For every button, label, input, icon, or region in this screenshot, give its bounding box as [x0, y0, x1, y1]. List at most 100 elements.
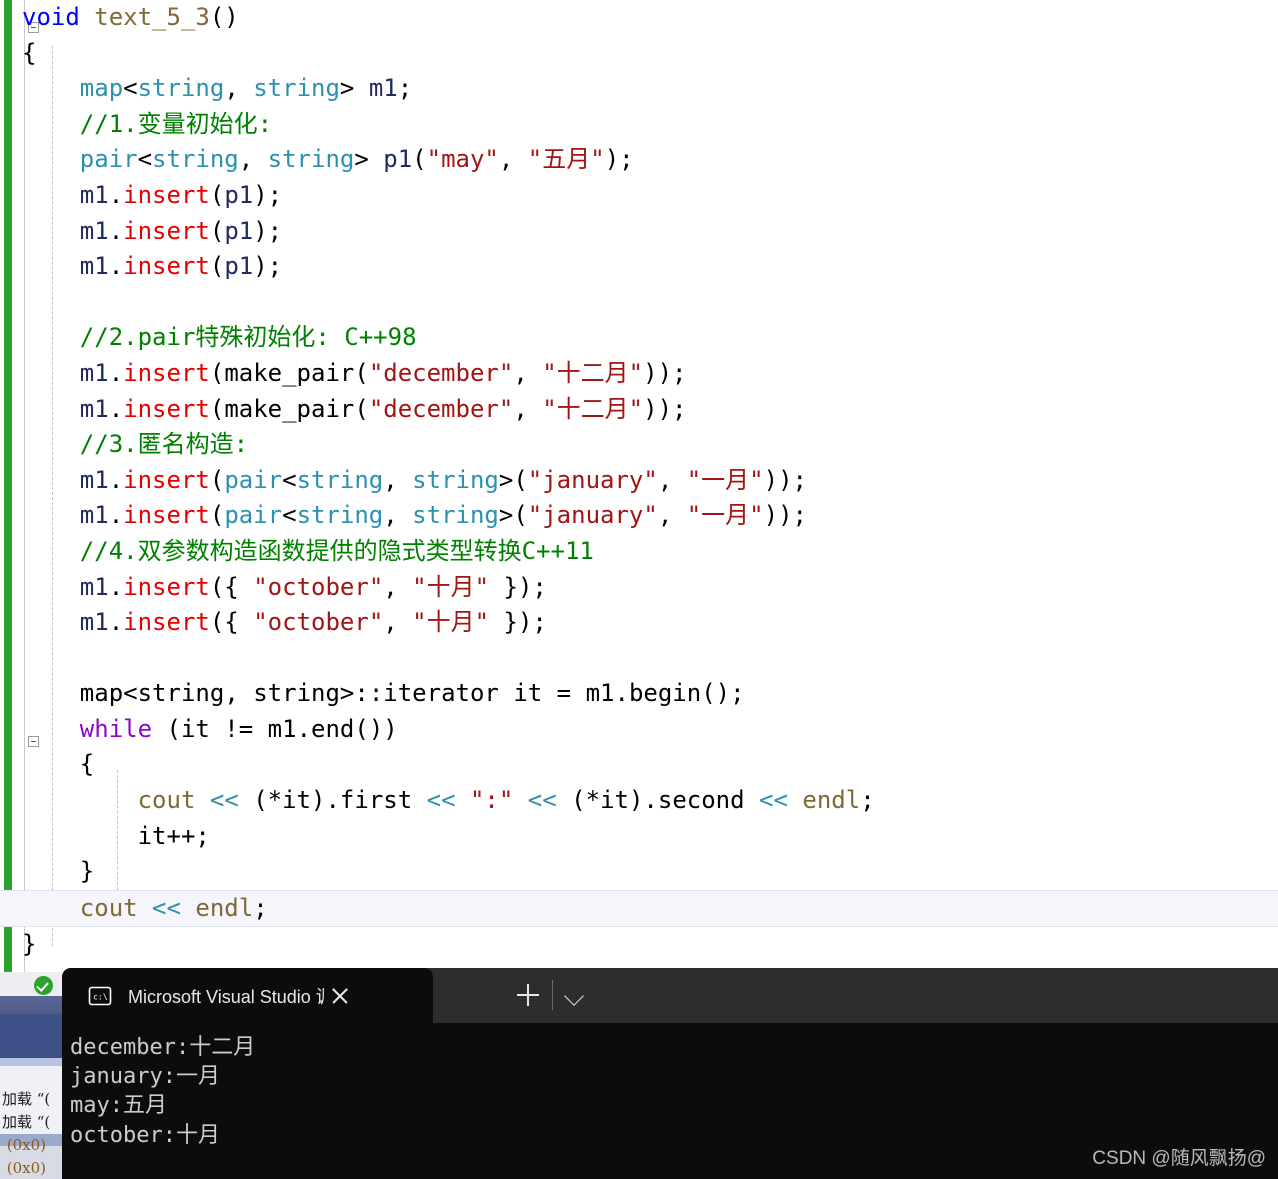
terminal-titlebar: c:\ Microsoft Visual Studio 调试控	[62, 968, 1278, 1023]
code-token: (	[209, 252, 225, 281]
code-token: pair	[79, 145, 138, 174]
code-token: ,	[383, 465, 413, 494]
code-token: "december"	[368, 358, 514, 387]
code-token: m1	[79, 501, 109, 530]
code-token: .	[108, 216, 124, 245]
success-check-icon	[34, 976, 53, 995]
code-token: string	[267, 145, 355, 174]
code-line: }	[0, 927, 1278, 963]
code-token: m1	[79, 180, 109, 209]
code-token: <<	[426, 786, 456, 815]
code-token: );	[604, 145, 634, 174]
code-token: insert	[123, 180, 210, 209]
code-token: cout	[79, 893, 138, 922]
code-token: string	[412, 501, 499, 530]
code-token: );	[253, 216, 283, 245]
code-line: m1.insert(pair<string, string>("january"…	[0, 463, 1278, 499]
code-token: "october"	[253, 572, 384, 601]
output-panel-log-lines: 加载 “(加载 “( (0x0) (0x0)	[2, 1088, 64, 1179]
code-line: cout << endl;	[0, 889, 1278, 927]
code-line: pair<string, string> p1("may", "五月");	[0, 142, 1278, 178]
code-line: m1.insert({ "october", "十月" });	[0, 570, 1278, 606]
chevron-down-icon[interactable]	[560, 981, 588, 1009]
code-token: string	[253, 679, 340, 708]
code-token: insert	[123, 358, 210, 387]
source-code-text[interactable]: void text_5_3(){ map<string, string> m1;…	[0, 0, 1278, 962]
integrated-terminal-window[interactable]: c:\ Microsoft Visual Studio 调试控 december…	[62, 968, 1278, 1179]
code-line: {	[0, 747, 1278, 783]
terminal-tab[interactable]: c:\ Microsoft Visual Studio 调试控	[62, 968, 433, 1023]
code-token: "五月"	[527, 145, 605, 174]
svg-text:c:\: c:\	[93, 991, 108, 1001]
code-token: "十二月"	[542, 358, 644, 387]
console-prompt-icon: c:\	[88, 986, 112, 1005]
code-token: ()	[209, 3, 239, 31]
code-line: cout << (*it).first << ":" << (*it).seco…	[0, 783, 1278, 819]
code-token: ).	[311, 786, 340, 815]
code-token: "十月"	[412, 608, 490, 637]
code-token: p1	[224, 180, 254, 209]
code-token: "一月"	[686, 465, 764, 494]
code-token: "一月"	[686, 501, 764, 530]
output-log-line: (0x0)	[2, 1159, 47, 1177]
code-token: pair	[224, 465, 283, 494]
code-line: map<string, string> m1;	[0, 71, 1278, 107]
terminal-toolbar-divider	[552, 980, 553, 1010]
code-token: "十二月"	[542, 394, 644, 423]
code-token: ;	[253, 893, 268, 922]
code-token: //1.变量初始化:	[79, 109, 273, 138]
code-token: });	[489, 572, 547, 601]
code-token: while	[79, 714, 153, 743]
code-token: m1	[79, 358, 109, 387]
code-token: it	[180, 714, 210, 743]
code-line: //1.变量初始化:	[0, 107, 1278, 143]
code-line: }	[0, 854, 1278, 890]
code-token: (	[209, 394, 225, 423]
code-line: m1.insert(p1);	[0, 178, 1278, 214]
code-token: second	[657, 786, 745, 815]
code-line: it++;	[0, 819, 1278, 855]
code-line: //2.pair特殊初始化: C++98	[0, 320, 1278, 356]
code-token: "十月"	[412, 572, 490, 601]
code-token: );	[253, 180, 283, 209]
code-token: ,	[224, 679, 254, 708]
code-token: ));	[643, 358, 687, 387]
new-terminal-plus-icon[interactable]	[514, 981, 542, 1009]
code-token: .	[296, 714, 312, 743]
output-panel-separator	[0, 1058, 62, 1066]
code-token: =	[542, 679, 586, 708]
code-token: ":"	[469, 786, 514, 815]
code-token: (*	[238, 786, 283, 815]
code-token: ();	[701, 679, 745, 708]
code-token: insert	[123, 465, 210, 494]
code-line: {	[0, 36, 1278, 72]
code-token: end	[311, 714, 355, 743]
code-token: >(	[498, 465, 528, 494]
code-token: ,	[383, 572, 413, 601]
code-token: insert	[123, 572, 210, 601]
output-panel-titlebar	[0, 996, 62, 1014]
code-token: .	[108, 358, 124, 387]
code-token: begin	[628, 679, 702, 708]
code-token: .	[108, 180, 124, 209]
code-token: (	[152, 714, 181, 743]
code-token: insert	[123, 216, 210, 245]
close-icon[interactable]	[326, 982, 354, 1010]
code-token: }	[22, 929, 37, 958]
code-token: "october"	[253, 608, 384, 637]
code-token: (	[412, 145, 427, 174]
